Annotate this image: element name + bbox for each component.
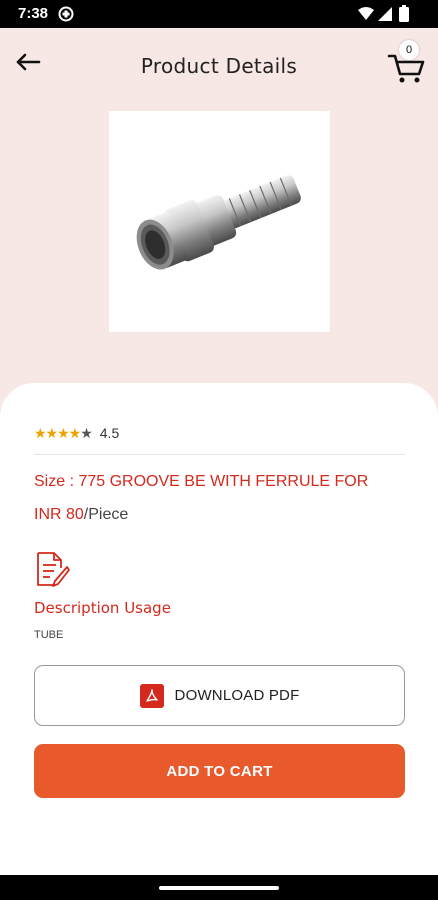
pdf-file-icon <box>139 683 164 708</box>
battery-icon <box>399 5 409 22</box>
description-text: TUBE <box>34 629 64 641</box>
hose-fitting-image <box>136 175 301 270</box>
description-heading: Description Usage <box>34 599 171 617</box>
price-row: INR 80/Piece <box>34 506 128 524</box>
add-to-cart-label: ADD TO CART <box>166 762 273 780</box>
divider <box>34 454 405 455</box>
add-to-cart-button[interactable]: ADD TO CART <box>34 744 405 798</box>
price-unit: /Piece <box>83 506 129 523</box>
rating-value: 4.5 <box>99 425 120 441</box>
wifi-icon <box>358 7 374 20</box>
signal-icon <box>378 7 392 21</box>
product-size: Size : 775 GROOVE BE WITH FERRULE FOR <box>34 473 369 490</box>
product-image <box>109 111 330 332</box>
download-pdf-button[interactable]: DOWNLOAD PDF <box>34 665 405 726</box>
status-time: 7:38 <box>18 5 49 22</box>
app-notification-icon <box>58 6 74 22</box>
cart-count-badge: 0 <box>399 40 419 60</box>
document-edit-icon <box>37 552 70 587</box>
price-amount: INR 80 <box>34 506 84 523</box>
app-header: Product Details 0 <box>0 28 438 108</box>
system-navigation-bar <box>0 875 438 900</box>
home-gesture-handle[interactable] <box>159 886 279 890</box>
rating-row: ★★★★★ 4.5 <box>34 423 119 443</box>
star-rating-icon: ★★★★★ <box>34 424 93 441</box>
product-detail-card: ★★★★★ 4.5 Size : 775 GROOVE BE WITH FERR… <box>0 383 438 875</box>
download-pdf-label: DOWNLOAD PDF <box>174 687 300 704</box>
page-title: Product Details <box>140 54 298 78</box>
status-bar: 7:38 <box>0 0 438 28</box>
